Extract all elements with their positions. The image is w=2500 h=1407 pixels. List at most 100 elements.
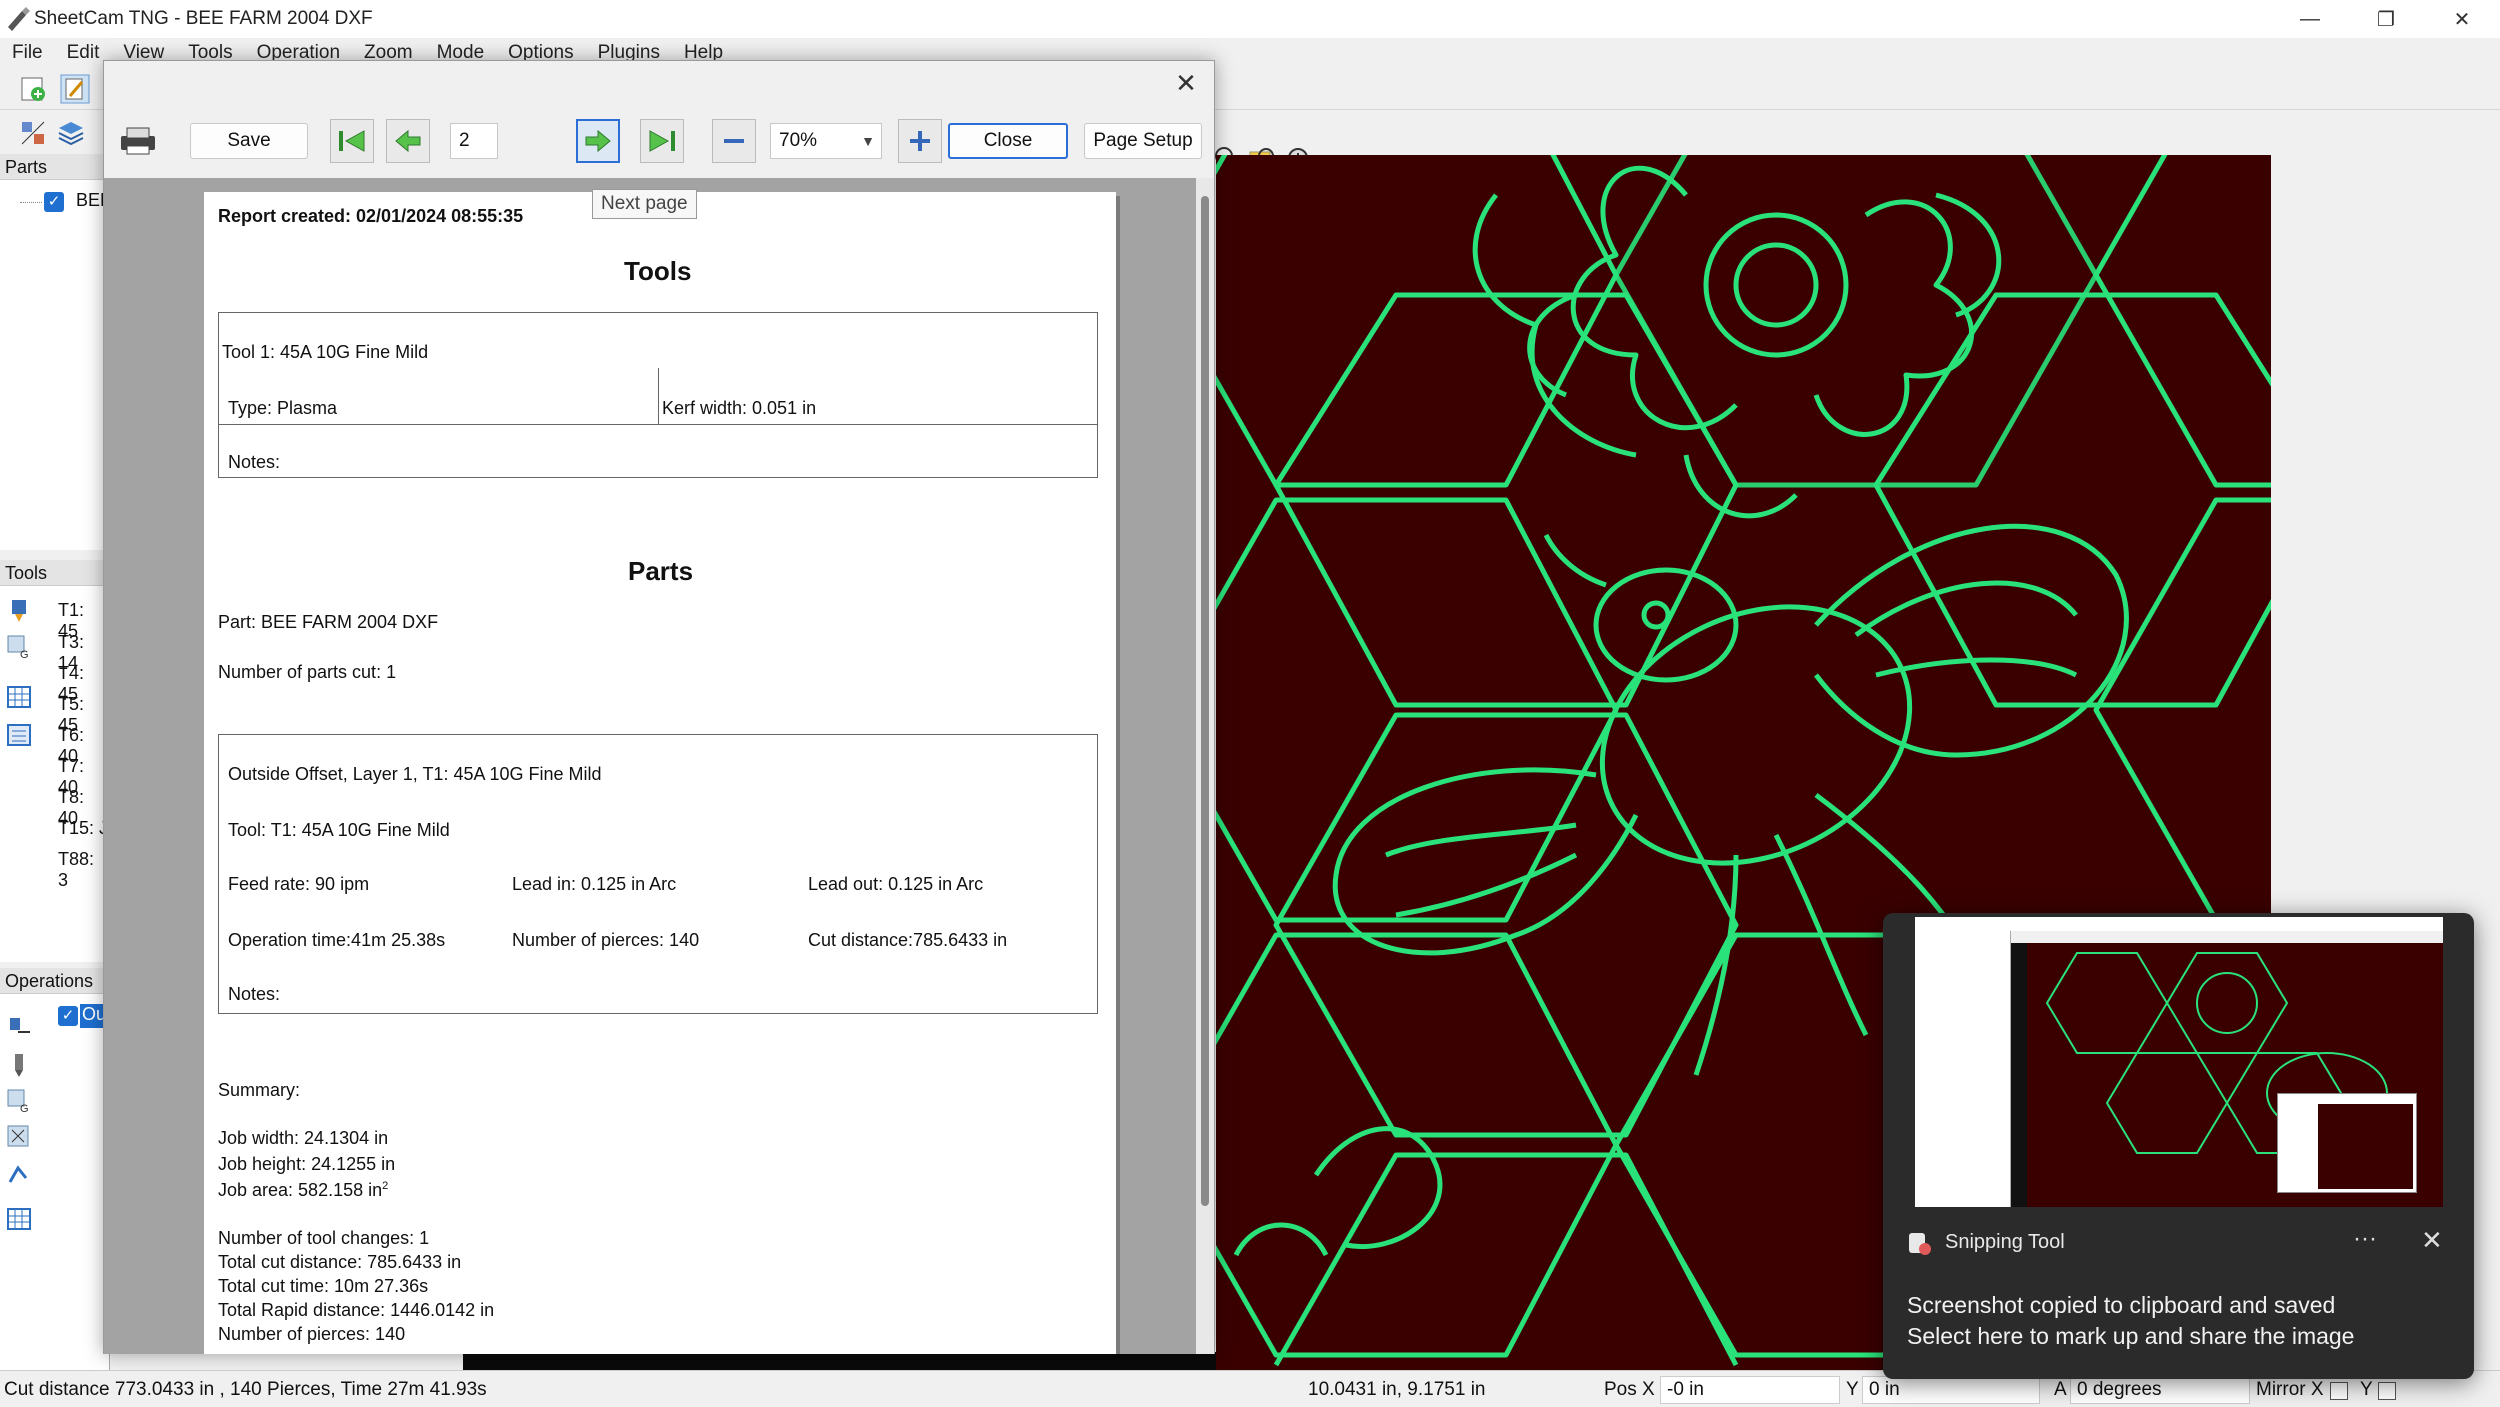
drill-operation-icon[interactable] (6, 1052, 32, 1078)
add-tool-icon[interactable]: G (6, 634, 32, 660)
zoom-select-value: 70% (779, 130, 818, 151)
close-button[interactable]: Close (948, 123, 1068, 159)
tool-list-item[interactable]: T15: J (58, 818, 108, 839)
window-title: SheetCam TNG - BEE FARM 2004 DXF (34, 8, 373, 29)
page-setup-button[interactable]: Page Setup (1084, 123, 1202, 159)
job-area-exponent: 2 (382, 1180, 389, 1192)
dismiss-notification-icon[interactable]: ✕ (2421, 1225, 2443, 1256)
plus-icon (910, 131, 930, 151)
tool-changes: Number of tool changes: 1 (218, 1228, 430, 1248)
previous-page-icon (395, 129, 421, 153)
tool-notes: Notes: (228, 452, 281, 472)
notification-subtext: Select here to mark up and share the ima… (1907, 1323, 2355, 1349)
report-created: Report created: 02/01/2024 08:55:35 (218, 206, 524, 226)
tools-panel: G T1: 45 T3: 14 T4: 45 T5: 45 T6: 40 T7:… (0, 586, 110, 962)
print-button[interactable] (116, 119, 160, 163)
print-preview-dialog: ✕ Save 2 70% ▼ Close Page Setup Report c… (103, 60, 1215, 1354)
report-page: Report created: 02/01/2024 08:55:35 Tool… (204, 192, 1116, 1354)
save-button[interactable]: Save (190, 123, 308, 159)
snipping-tool-notification[interactable]: Snipping Tool ··· ✕ Screenshot copied to… (1883, 913, 2474, 1379)
next-page-icon (585, 129, 611, 153)
layers-icon[interactable] (56, 118, 86, 148)
maximize-button[interactable]: ❐ (2348, 0, 2424, 38)
mirror-y-checkbox[interactable] (2378, 1382, 2396, 1400)
kerf-width: Kerf width: 0.051 in (662, 398, 817, 418)
svg-text:G: G (20, 1103, 29, 1114)
thumb-nested-window (2277, 1093, 2417, 1193)
mirror-y-label: Y (2360, 1379, 2373, 1400)
pos-x-input[interactable]: -0 in (1660, 1376, 1840, 1404)
engrave-operation-icon[interactable] (6, 1160, 32, 1186)
operation-checkbox[interactable]: ✓ (58, 1006, 78, 1026)
tool-list-item[interactable]: T88: 3 (58, 849, 109, 891)
menu-edit[interactable]: Edit (67, 42, 100, 64)
job-area-value: Job area: 582.158 in (218, 1180, 383, 1200)
menu-file[interactable]: File (12, 42, 43, 64)
new-job-icon[interactable] (18, 74, 48, 104)
zoom-select[interactable]: 70% ▼ (770, 123, 882, 159)
previous-page-button[interactable] (386, 119, 430, 163)
printer-icon (121, 127, 155, 155)
tool-table-icon[interactable] (6, 684, 32, 710)
lead-out: Lead out: 0.125 in Arc (808, 874, 984, 894)
parts-cut: Number of parts cut: 1 (218, 662, 397, 682)
edit-job-icon[interactable] (60, 74, 90, 104)
total-rapid-distance: Total Rapid distance: 1446.0142 in (218, 1300, 495, 1320)
preview-area[interactable]: Report created: 02/01/2024 08:55:35 Tool… (104, 178, 1198, 1354)
page-number-input[interactable]: 2 (450, 123, 498, 159)
parts-panel: ✓ BEE (0, 180, 112, 550)
cursor-coordinates: 10.0431 in, 9.1751 in (1308, 1379, 1486, 1400)
divider (658, 368, 659, 424)
minimize-button[interactable]: — (2272, 0, 2348, 38)
mirror-x-checkbox[interactable] (2330, 1382, 2348, 1400)
tool-list-icon[interactable] (6, 722, 32, 748)
feed-rate: Feed rate: 90 ipm (228, 874, 370, 894)
parts-panel-header: Parts (0, 154, 110, 180)
first-page-icon (339, 130, 365, 152)
thumb-dark-strip (2011, 943, 2027, 1207)
first-page-button[interactable] (330, 119, 374, 163)
operation-notes: Notes: (228, 984, 281, 1004)
secondary-toolbar (0, 110, 110, 154)
thumb-nested-canvas (2318, 1104, 2413, 1189)
divider (218, 424, 1098, 425)
preview-scrollbar[interactable] (1196, 178, 1214, 1354)
total-pierces: Number of pierces: 140 (218, 1324, 406, 1344)
title-bar: SheetCam TNG - BEE FARM 2004 DXF — ❐ ✕ (0, 0, 2500, 38)
lead-in: Lead in: 0.125 in Arc (512, 874, 677, 894)
scrollbar-thumb[interactable] (1201, 196, 1209, 1206)
tool-name: Tool 1: 45A 10G Fine Mild (222, 342, 429, 362)
chevron-down-icon: ▼ (861, 133, 875, 149)
total-cut-distance: Total cut distance: 785.6433 in (218, 1252, 462, 1272)
pos-x-label: Pos X (1604, 1379, 1655, 1400)
next-page-tooltip: Next page (592, 189, 697, 219)
tools-panel-header: Tools (0, 560, 110, 586)
more-options-icon[interactable]: ··· (2353, 1225, 2377, 1253)
part-name: Part: BEE FARM 2004 DXF (218, 612, 439, 632)
last-page-button[interactable] (640, 119, 684, 163)
sheetcam-app-icon (8, 7, 30, 31)
pause-operation-icon[interactable] (6, 1124, 32, 1150)
job-height: Job height: 24.1255 in (218, 1154, 396, 1174)
summary-heading: Summary: (218, 1080, 301, 1100)
plasma-operation-icon[interactable] (6, 1016, 32, 1042)
operations-panel-header: Operations (0, 968, 110, 994)
screenshot-thumbnail[interactable] (1915, 917, 2443, 1207)
operation-table-icon[interactable] (6, 1206, 32, 1232)
plasma-torch-icon[interactable] (6, 598, 32, 624)
dialog-close-icon[interactable]: ✕ (1172, 69, 1200, 97)
parts-heading: Parts (628, 556, 694, 586)
gcode-operation-icon[interactable]: G (6, 1088, 32, 1114)
operation-tool: Tool: T1: 45A 10G Fine Mild (228, 820, 450, 840)
close-window-button[interactable]: ✕ (2424, 0, 2500, 38)
thumb-canvas (2027, 943, 2443, 1207)
pos-y-input[interactable]: 0 in (1862, 1376, 2040, 1404)
zoom-in-button[interactable] (898, 119, 942, 163)
next-page-button[interactable] (576, 119, 620, 163)
tools-heading: Tools (624, 256, 692, 286)
angle-label: A (2054, 1379, 2067, 1400)
angle-input[interactable]: 0 degrees (2070, 1376, 2250, 1404)
zoom-out-button[interactable] (712, 119, 756, 163)
part-checkbox[interactable]: ✓ (44, 192, 64, 212)
plasma-tool-icon[interactable] (18, 118, 48, 148)
